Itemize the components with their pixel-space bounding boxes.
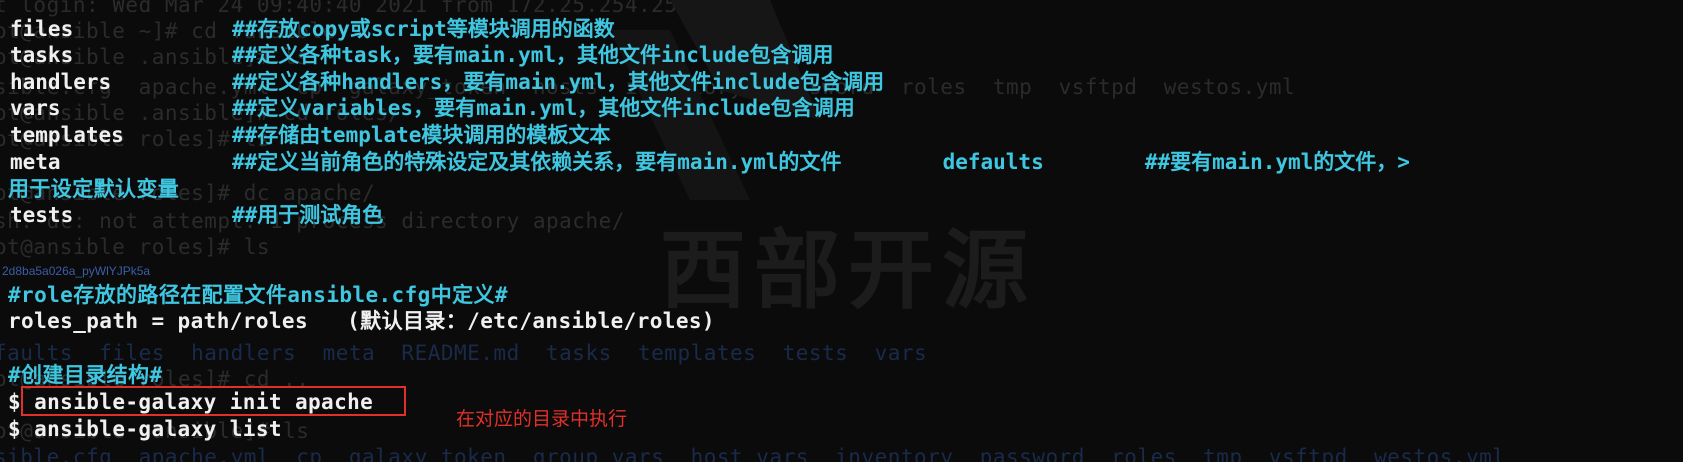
terminal-window[interactable]: t login: Wed Mar 24 09:40:40 2021 from 1… — [0, 0, 1683, 462]
dir-tasks-label: tasks — [10, 43, 74, 67]
dir-meta-desc: ##定义当前角色的特殊设定及其依赖关系，要有main.yml的文件 defaul… — [232, 150, 1410, 174]
dir-handlers-label: handlers — [10, 70, 112, 94]
image-id-text: 2d8ba5a026a_pyWlYJPk5a — [2, 264, 151, 278]
dir-meta-label: meta — [10, 150, 61, 174]
create-structure-comment: #创建目录结构# — [8, 363, 163, 387]
ghost-line-9: ot@ansible roles]# ls — [0, 235, 271, 259]
ghost-line-13: sible.cfg apache.yml cp galaxy_token gro… — [0, 445, 1506, 462]
wrapped-defaults-desc: 用于设定默认变量 — [8, 177, 180, 201]
watermark-text: 西部开源 — [660, 221, 1036, 321]
role-path-value: roles_path = path/roles (默认目录：/etc/ansib… — [8, 309, 715, 333]
command-galaxy-list[interactable]: $ ansible-galaxy list — [8, 416, 282, 442]
dir-vars-label: vars — [10, 96, 61, 120]
dir-tests-label: tests — [10, 203, 74, 227]
dir-files-label: files — [10, 17, 74, 41]
dir-templates-desc: ##存储由template模块调用的模板文本 — [232, 123, 611, 147]
annotation-note: 在对应的目录中执行 — [456, 408, 628, 430]
dir-tests-desc: ##用于测试角色 — [232, 203, 384, 227]
dir-templates-label: templates — [10, 123, 124, 147]
dir-tasks-desc: ##定义各种task，要有main.yml，其他文件include包含调用 — [232, 43, 834, 67]
dir-files-desc: ##存放copy或script等模块调用的函数 — [232, 17, 615, 41]
dir-vars-desc: ##定义variables，要有main.yml，其他文件include包含调用 — [232, 96, 855, 120]
highlight-box — [21, 386, 406, 416]
dir-handlers-desc: ##定义各种handlers，要有main.yml，其他文件include包含调… — [232, 70, 885, 94]
role-path-comment: #role存放的路径在配置文件ansible.cfg中定义# — [8, 283, 508, 307]
